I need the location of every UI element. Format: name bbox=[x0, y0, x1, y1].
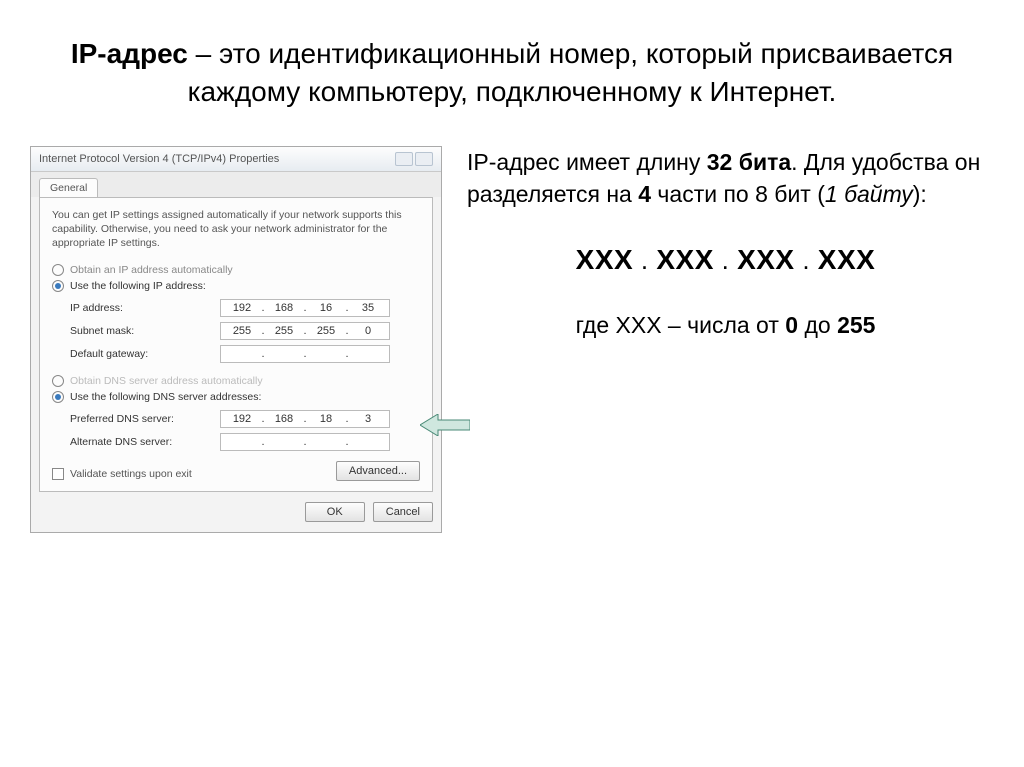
radio-auto-dns-label: Obtain DNS server address automatically bbox=[70, 375, 263, 387]
gateway-row: Default gateway: . . . bbox=[70, 345, 420, 363]
slide-title: IP-адрес – это идентификационный номер, … bbox=[0, 0, 1024, 141]
tab-panel: You can get IP settings assigned automat… bbox=[39, 197, 433, 493]
ip-octet: 168 bbox=[269, 413, 299, 425]
validate-label: Validate settings upon exit bbox=[70, 468, 192, 480]
tab-bar: General bbox=[31, 172, 441, 197]
ip-octet: 3 bbox=[353, 413, 383, 425]
pdns-row: Preferred DNS server: 192. 168. 18. 3 bbox=[70, 410, 420, 428]
ip-octet: 168 bbox=[269, 302, 299, 314]
radio-use-ip-label: Use the following IP address: bbox=[70, 280, 206, 292]
left-arrow-icon bbox=[420, 414, 470, 436]
close-icon[interactable] bbox=[415, 152, 433, 166]
ip-octet: 255 bbox=[269, 325, 299, 337]
radio-auto-dns[interactable]: Obtain DNS server address automatically bbox=[52, 373, 420, 389]
subnet-label: Subnet mask: bbox=[70, 325, 220, 337]
pdns-input[interactable]: 192. 168. 18. 3 bbox=[220, 410, 390, 428]
subnet-row: Subnet mask: 255. 255. 255. 0 bbox=[70, 322, 420, 340]
pdns-label: Preferred DNS server: bbox=[70, 413, 220, 425]
ip-address-row: IP address: 192. 168. 16. 35 bbox=[70, 299, 420, 317]
title-term: IP-адрес bbox=[71, 38, 188, 69]
dialog-title-text: Internet Protocol Version 4 (TCP/IPv4) P… bbox=[39, 153, 279, 165]
radio-icon bbox=[52, 375, 64, 387]
ip-octet: 255 bbox=[227, 325, 257, 337]
radio-use-dns[interactable]: Use the following DNS server addresses: bbox=[52, 389, 420, 405]
validate-checkbox[interactable]: Validate settings upon exit bbox=[52, 468, 192, 480]
explain-paragraph: IP-адрес имеет длину 32 бита. Для удобст… bbox=[467, 146, 984, 210]
ip-octet: 35 bbox=[353, 302, 383, 314]
cancel-button[interactable]: Cancel bbox=[373, 502, 433, 522]
dialog-footer: OK Cancel bbox=[31, 500, 441, 532]
ip-octet: 192 bbox=[227, 302, 257, 314]
ip-octet: 18 bbox=[311, 413, 341, 425]
ip-pattern: ХХХ . ХХХ . ХХХ . ХХХ bbox=[467, 240, 984, 279]
radio-icon bbox=[52, 264, 64, 276]
ip-address-input[interactable]: 192. 168. 16. 35 bbox=[220, 299, 390, 317]
dialog-note: You can get IP settings assigned automat… bbox=[52, 208, 420, 251]
ip-octet: 16 bbox=[311, 302, 341, 314]
help-icon[interactable] bbox=[395, 152, 413, 166]
gateway-label: Default gateway: bbox=[70, 348, 220, 360]
radio-icon bbox=[52, 280, 64, 292]
advanced-button[interactable]: Advanced... bbox=[336, 461, 420, 481]
gateway-input[interactable]: . . . bbox=[220, 345, 390, 363]
subnet-input[interactable]: 255. 255. 255. 0 bbox=[220, 322, 390, 340]
radio-auto-ip-label: Obtain an IP address automatically bbox=[70, 264, 233, 276]
dialog-titlebar: Internet Protocol Version 4 (TCP/IPv4) P… bbox=[31, 147, 441, 172]
tab-general[interactable]: General bbox=[39, 178, 98, 197]
adns-label: Alternate DNS server: bbox=[70, 436, 220, 448]
adns-input[interactable]: . . . bbox=[220, 433, 390, 451]
tcpip-properties-dialog: Internet Protocol Version 4 (TCP/IPv4) P… bbox=[30, 146, 442, 534]
ip-octet: 255 bbox=[311, 325, 341, 337]
explain-column: IP-адрес имеет длину 32 бита. Для удобст… bbox=[467, 146, 984, 534]
adns-row: Alternate DNS server: . . . bbox=[70, 433, 420, 451]
radio-use-dns-label: Use the following DNS server addresses: bbox=[70, 391, 261, 403]
radio-icon bbox=[52, 391, 64, 403]
ip-octet: 0 bbox=[353, 325, 383, 337]
ip-address-label: IP address: bbox=[70, 302, 220, 314]
title-rest: – это идентификационный номер, который п… bbox=[188, 38, 954, 107]
checkbox-icon bbox=[52, 468, 64, 480]
radio-auto-ip[interactable]: Obtain an IP address automatically bbox=[52, 262, 420, 278]
radio-use-ip[interactable]: Use the following IP address: bbox=[52, 278, 420, 294]
ok-button[interactable]: OK bbox=[305, 502, 365, 522]
ip-octet: 192 bbox=[227, 413, 257, 425]
range-note: где ХХХ – числа от 0 до 255 bbox=[467, 309, 984, 341]
